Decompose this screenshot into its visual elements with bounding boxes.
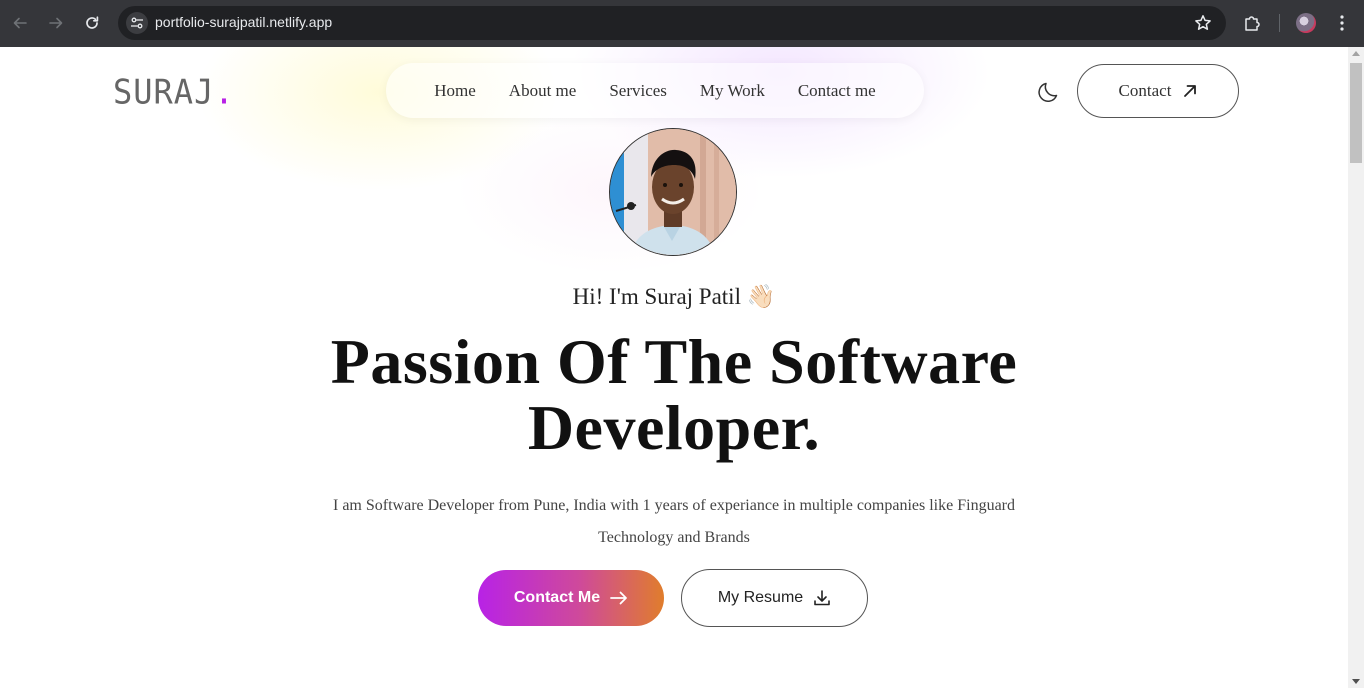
scroll-up-arrow-icon[interactable] bbox=[1352, 51, 1360, 56]
logo-dot: . bbox=[214, 72, 235, 112]
url-text[interactable]: portfolio-surajpatil.netlify.app bbox=[155, 14, 332, 30]
arrow-left-icon bbox=[13, 17, 27, 29]
logo-text: SURAJ bbox=[113, 72, 215, 112]
site-logo[interactable]: SURAJ. bbox=[113, 72, 235, 112]
back-button[interactable] bbox=[8, 11, 32, 35]
scroll-thumb[interactable] bbox=[1350, 63, 1362, 163]
browser-menu-button[interactable] bbox=[1330, 11, 1354, 35]
profile-photo bbox=[609, 128, 737, 256]
greeting-text: Hi! I'm Suraj Patil bbox=[572, 284, 741, 309]
hero-description: I am Software Developer from Pune, India… bbox=[332, 497, 1015, 546]
waving-hand-icon: 👋🏻 bbox=[746, 284, 776, 309]
tune-icon bbox=[131, 17, 143, 29]
bookmark-star-icon[interactable] bbox=[1194, 14, 1212, 32]
browser-toolbar: portfolio-surajpatil.netlify.app bbox=[0, 0, 1364, 47]
page-viewport: SURAJ. Home About me Services My Work Co… bbox=[0, 47, 1348, 688]
headline-line-1: Passion Of The Software bbox=[330, 326, 1018, 397]
puzzle-icon bbox=[1245, 16, 1260, 31]
nav-contact-me[interactable]: Contact me bbox=[798, 81, 876, 101]
header-contact-button[interactable]: Contact bbox=[1077, 64, 1239, 118]
scroll-down-arrow-icon[interactable] bbox=[1352, 679, 1360, 684]
reload-button[interactable] bbox=[80, 11, 104, 35]
dark-mode-toggle-icon[interactable] bbox=[1036, 79, 1062, 105]
profile-photo-image bbox=[610, 129, 736, 255]
forward-button[interactable] bbox=[44, 11, 68, 35]
arrow-right-icon bbox=[610, 591, 628, 605]
header-contact-label: Contact bbox=[1118, 81, 1172, 100]
arrow-up-right-icon bbox=[1184, 85, 1197, 97]
toolbar-divider bbox=[1279, 14, 1280, 32]
nav-home[interactable]: Home bbox=[434, 81, 476, 101]
contact-me-label: Contact Me bbox=[513, 589, 601, 606]
extensions-button[interactable] bbox=[1240, 11, 1264, 35]
nav-my-work[interactable]: My Work bbox=[700, 81, 765, 101]
download-icon bbox=[814, 590, 830, 606]
my-resume-button[interactable]: My Resume bbox=[681, 569, 868, 627]
nav-about-me[interactable]: About me bbox=[509, 81, 577, 101]
profile-avatar[interactable] bbox=[1296, 13, 1316, 33]
headline-line-2: Developer. bbox=[527, 392, 821, 463]
my-resume-label: My Resume bbox=[717, 589, 804, 606]
site-info-button[interactable] bbox=[126, 12, 148, 34]
more-vert-icon bbox=[1340, 15, 1344, 31]
contact-me-button[interactable]: Contact Me bbox=[478, 570, 664, 626]
hero-greeting: Hi! I'm Suraj Patil 👋🏻 bbox=[0, 283, 1348, 310]
main-nav: Home About me Services My Work Contact m… bbox=[386, 63, 924, 118]
hero-headline: Passion Of The Software Developer. bbox=[0, 329, 1348, 461]
reload-icon bbox=[86, 16, 99, 29]
nav-services[interactable]: Services bbox=[609, 81, 667, 101]
address-bar[interactable]: portfolio-surajpatil.netlify.app bbox=[118, 6, 1226, 40]
page-scrollbar[interactable] bbox=[1348, 47, 1364, 688]
arrow-right-icon bbox=[49, 17, 63, 29]
